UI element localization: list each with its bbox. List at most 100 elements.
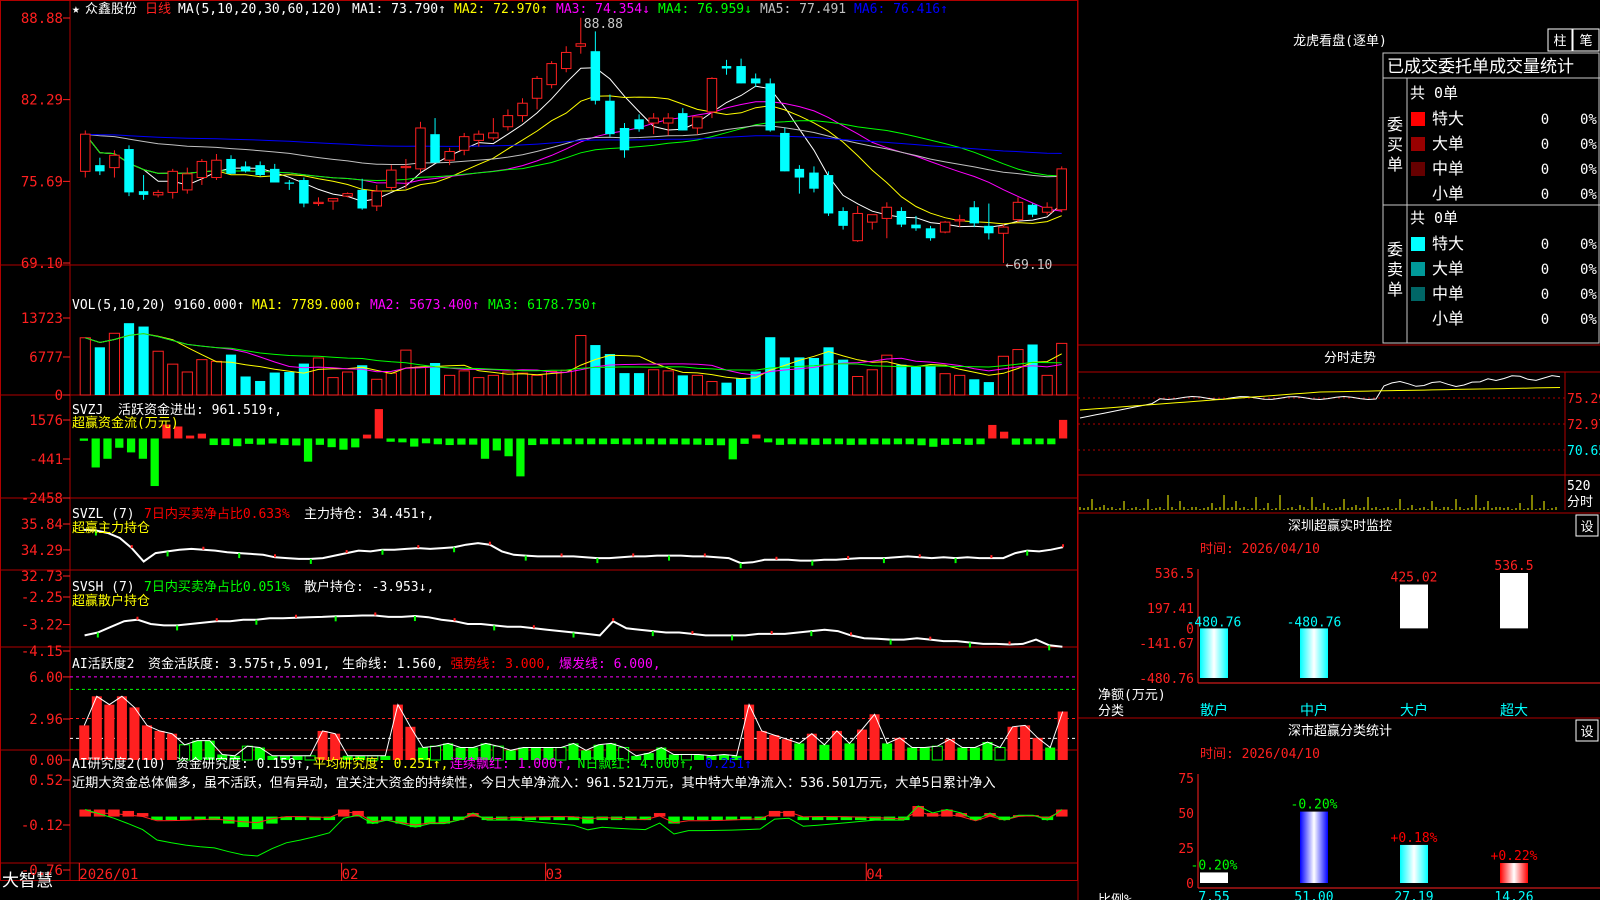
stock-terminal-canvas: 88.88 82.29 75.69 69.10 88.88 ←69.10 ★ 众鑫股份 日线 MA…	[0, 0, 1600, 900]
funds-bar	[516, 438, 525, 477]
activity-bar	[91, 696, 102, 760]
svsh-tick-label: -2.25	[21, 590, 63, 606]
funds-bar	[1035, 438, 1044, 445]
ma-legend-entry: MA4: 76.959↓	[658, 2, 752, 17]
monitor-bar	[1500, 573, 1528, 629]
funds-bar	[988, 424, 997, 439]
activity-legend-entry: 爆发线: 6.000,	[559, 656, 661, 672]
candle-body	[371, 190, 382, 207]
candle-body	[794, 168, 805, 178]
intraday-vol-unit: 分时	[1567, 495, 1593, 510]
volume-bar	[765, 337, 776, 395]
funds-bar	[480, 438, 490, 459]
activity-bar	[154, 730, 165, 760]
funds-bar	[374, 409, 383, 439]
funds-bar	[280, 438, 289, 446]
classify-value-label: 51.00	[1294, 890, 1333, 900]
sell-row-pct: 0%	[1580, 287, 1597, 303]
candle-body	[95, 165, 105, 172]
volume-bar	[400, 349, 412, 396]
funds-bar	[634, 438, 643, 445]
funds-bar	[575, 438, 584, 445]
funds-bar	[882, 438, 891, 445]
funds-bar	[233, 438, 242, 447]
activity-bar	[819, 744, 830, 760]
candle-body	[502, 115, 514, 128]
sell-row-label: 小单	[1432, 309, 1464, 328]
funds-bar	[256, 438, 265, 445]
volume-bar	[327, 377, 339, 396]
activity-bar	[1020, 725, 1031, 760]
funds-bar	[79, 438, 89, 441]
ma-line-6	[85, 133, 1062, 154]
candle-body	[284, 182, 295, 184]
candle-body	[167, 170, 178, 193]
activity-title: AI活跃度2	[72, 656, 134, 672]
candle-body	[590, 51, 601, 101]
vol-legend-entry: MA2: 5673.400↑	[370, 298, 480, 313]
funds-bar	[492, 438, 501, 451]
funds-bar	[999, 431, 1009, 439]
candle-body	[662, 117, 674, 124]
vol-legend-entry: MA3: 6178.750↑	[488, 298, 598, 313]
classify-change-label: -0.20%	[1291, 798, 1338, 813]
activity-bar	[982, 742, 993, 760]
activity-bar	[756, 730, 767, 760]
research-legend-entry: 连续飘红: 1.000↑,	[450, 756, 572, 772]
chart-title: MA(5,10,20,30,60,120)	[178, 2, 342, 17]
monitor-bar	[1300, 628, 1328, 678]
candle-body	[619, 127, 630, 151]
intraday-tick-label: 72.97	[1567, 418, 1600, 433]
funds-bar	[870, 438, 879, 445]
funds-bar	[669, 438, 678, 445]
volume-bar	[721, 382, 732, 395]
buy-row-label: 特大	[1432, 109, 1464, 128]
volume-bar	[429, 363, 441, 395]
activity-bar	[994, 747, 1006, 761]
intraday-tick-label: 75.29	[1567, 392, 1600, 407]
funds-bar	[1011, 438, 1021, 445]
candle-body	[299, 180, 309, 204]
candle-body	[911, 224, 921, 229]
volume-bar	[1012, 349, 1024, 396]
buy-row-count: 0	[1541, 162, 1549, 178]
funds-bar	[752, 434, 761, 439]
intraday-title: 分时走势	[1324, 350, 1376, 366]
volume-bar	[444, 374, 456, 396]
activity-bar	[1057, 711, 1068, 760]
candle-body	[255, 165, 265, 176]
ma-legend-entry: MA1: 73.790↑	[352, 2, 446, 17]
svsh-line	[84, 614, 1063, 648]
activity-bar	[104, 704, 115, 760]
volume-bar	[284, 371, 295, 395]
svzl-title: SVZL (7)	[72, 507, 135, 522]
monitor-unit: 净额(万元)	[1098, 688, 1166, 703]
funds-bar	[976, 438, 985, 445]
funds-bar	[315, 438, 324, 445]
research-bar	[697, 816, 709, 821]
volume-bar	[138, 326, 149, 395]
candle-body	[226, 158, 236, 174]
funds-bar	[1023, 438, 1032, 445]
classify-bar	[1500, 863, 1528, 883]
candle-body	[458, 136, 470, 151]
monitor-unit2: 分类	[1098, 704, 1124, 719]
monitor-category-label: 散户	[1200, 702, 1228, 719]
candle-body	[152, 191, 164, 196]
classify-unit: 比例%	[1098, 893, 1132, 900]
funds-bar	[469, 438, 478, 445]
funds-bar	[551, 438, 560, 445]
sell-row-swatch	[1411, 237, 1425, 251]
date-tick-label: 03	[546, 867, 563, 883]
activity-bar	[141, 725, 153, 760]
monitor-tick-label: -141.67	[1139, 637, 1194, 652]
funds-bar	[126, 438, 136, 453]
buy-row-pct: 0%	[1580, 112, 1597, 128]
candle-body	[984, 225, 994, 234]
classify-bar	[1400, 844, 1428, 883]
volume-bar	[473, 377, 485, 396]
research-tick-label: -0.12	[21, 818, 63, 834]
monitor-tick-label: 536.5	[1155, 567, 1194, 582]
activity-bar	[392, 704, 403, 760]
monitor-bar-value: -480.76	[1187, 615, 1242, 630]
